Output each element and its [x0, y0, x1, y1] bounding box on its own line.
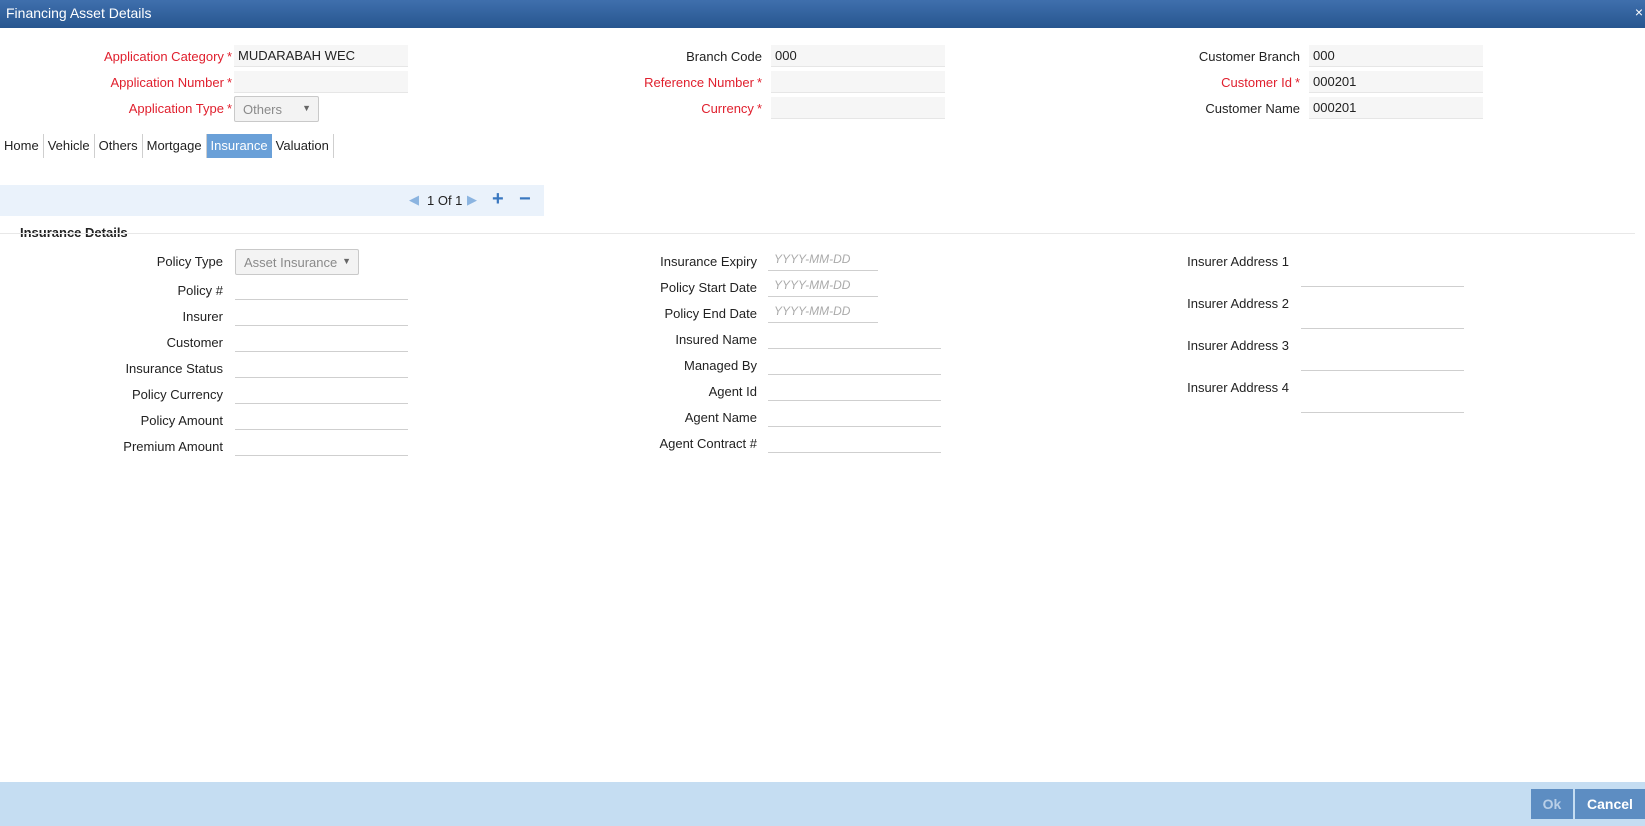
next-record-icon[interactable]: ▶ [467, 192, 477, 208]
application-category-field[interactable]: MUDARABAH WEC [234, 45, 408, 67]
agent-contract-label: Agent Contract # [659, 436, 757, 451]
customer-id-field[interactable]: 000201 [1309, 71, 1483, 93]
currency-label: Currency * [701, 101, 762, 116]
add-record-icon[interactable]: + [492, 188, 504, 211]
premium-amount-field[interactable] [235, 434, 408, 456]
agent-id-label: Agent Id [708, 384, 757, 399]
tab-vehicle[interactable]: Vehicle [44, 134, 95, 158]
customer-label: Customer [166, 335, 223, 350]
insurer-address-2-label: Insurer Address 2 [1187, 296, 1289, 311]
currency-field[interactable] [771, 97, 945, 119]
policy-end-date-label: Policy End Date [664, 306, 758, 321]
reference-number-field[interactable] [771, 71, 945, 93]
insurance-status-label: Insurance Status [125, 361, 223, 376]
insurance-expiry-date-field[interactable]: YYYY-MM-DD [768, 249, 878, 271]
policy-currency-field[interactable] [235, 382, 408, 404]
customer-name-field[interactable]: 000201 [1309, 97, 1483, 119]
insurer-field[interactable] [235, 304, 408, 326]
insurer-address-1-label: Insurer Address 1 [1187, 254, 1289, 269]
insurer-address-1-field[interactable] [1301, 265, 1464, 287]
insurer-address-2-field[interactable] [1301, 307, 1464, 329]
remove-record-icon[interactable]: − [519, 188, 531, 211]
policy-number-label: Policy # [177, 283, 223, 298]
agent-name-label: Agent Name [684, 410, 757, 425]
insurer-address-3-label: Insurer Address 3 [1187, 338, 1289, 353]
application-type-label: Application Type * [128, 101, 232, 116]
agent-id-field[interactable] [768, 379, 941, 401]
branch-code-label: Branch Code [686, 49, 762, 64]
application-category-label: Application Category * [103, 49, 232, 64]
tab-home[interactable]: Home [0, 134, 44, 158]
policy-type-label: Policy Type [156, 254, 223, 269]
application-number-label: Application Number * [110, 75, 232, 90]
dropdown-arrow-icon: ▼ [302, 103, 311, 113]
insurer-label: Insurer [182, 309, 223, 324]
insurer-address-3-field[interactable] [1301, 349, 1464, 371]
premium-amount-label: Premium Amount [123, 439, 223, 454]
branch-code-field[interactable]: 000 [771, 45, 945, 67]
insurance-expiry-label: Insurance Expiry [660, 254, 757, 269]
window-titlebar: Financing Asset Details × [0, 0, 1645, 28]
customer-branch-label: Customer Branch [1198, 49, 1300, 64]
application-type-select[interactable]: Others ▼ [234, 96, 319, 122]
policy-currency-label: Policy Currency [131, 387, 223, 402]
customer-name-label: Customer Name [1205, 101, 1300, 116]
insurer-address-4-field[interactable] [1301, 391, 1464, 413]
policy-start-date-field[interactable]: YYYY-MM-DD [768, 275, 878, 297]
policy-end-date-field[interactable]: YYYY-MM-DD [768, 301, 878, 323]
tab-valuation[interactable]: Valuation [272, 134, 334, 158]
policy-number-field[interactable] [235, 278, 408, 300]
cancel-button[interactable]: Cancel [1575, 789, 1645, 819]
agent-name-field[interactable] [768, 405, 941, 427]
customer-branch-field[interactable]: 000 [1309, 45, 1483, 67]
ok-button[interactable]: Ok [1531, 789, 1573, 819]
dialog-footer: Ok Cancel [0, 782, 1645, 826]
tab-insurance[interactable]: Insurance [206, 134, 272, 158]
policy-amount-field[interactable] [235, 408, 408, 430]
customer-id-label: Customer Id * [1221, 75, 1300, 90]
insured-name-field[interactable] [768, 327, 941, 349]
record-count: 1 Of 1 [427, 193, 463, 208]
tab-others[interactable]: Others [95, 134, 143, 158]
policy-amount-label: Policy Amount [140, 413, 223, 428]
section-divider [0, 233, 1635, 234]
managed-by-label: Managed By [684, 358, 757, 373]
agent-contract-field[interactable] [768, 431, 941, 453]
tab-bar: Home Vehicle Others Mortgage Insurance V… [0, 134, 334, 158]
record-pager: ◀ 1 Of 1 ▶ + − [0, 185, 544, 216]
dropdown-arrow-icon: ▼ [342, 256, 351, 266]
managed-by-field[interactable] [768, 353, 941, 375]
close-icon[interactable]: × [1635, 4, 1643, 20]
window-title: Financing Asset Details [6, 5, 152, 21]
previous-record-icon[interactable]: ◀ [409, 192, 419, 208]
insured-name-label: Insured Name [675, 332, 757, 347]
customer-field[interactable] [235, 330, 408, 352]
tab-mortgage[interactable]: Mortgage [143, 134, 207, 158]
insurance-status-field[interactable] [235, 356, 408, 378]
insurer-address-4-label: Insurer Address 4 [1187, 380, 1289, 395]
policy-start-date-label: Policy Start Date [660, 280, 757, 295]
policy-type-select[interactable]: Asset Insurance ▼ [235, 249, 359, 275]
reference-number-label: Reference Number * [644, 75, 762, 90]
application-number-field[interactable] [234, 71, 408, 93]
